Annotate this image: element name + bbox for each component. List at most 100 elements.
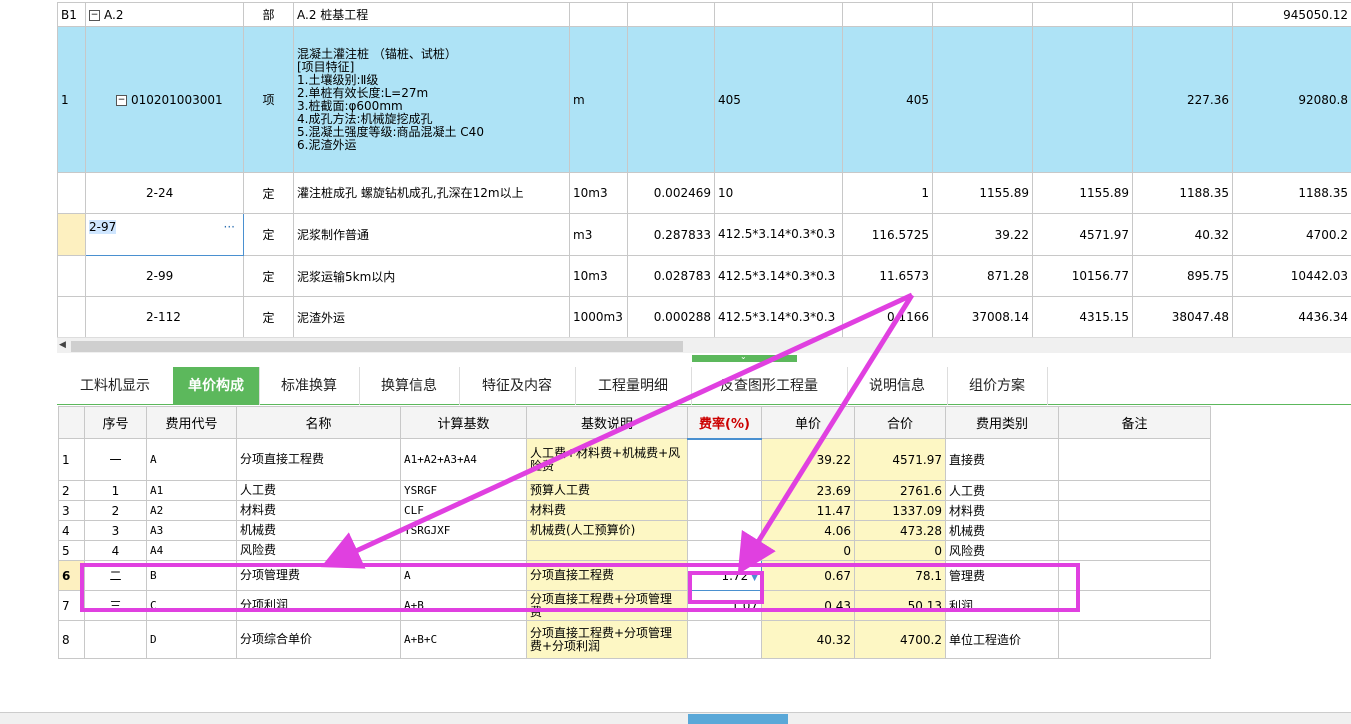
note-cell[interactable] bbox=[1058, 500, 1211, 521]
seq-cell: 3 bbox=[84, 520, 147, 541]
col-header-code[interactable]: 费用代号 bbox=[146, 406, 237, 439]
name-cell: 混凝土灌注桩 （锚桩、试桩） [项目特征] 1.土壤级别:Ⅱ级 2.单桩有效长度… bbox=[293, 26, 570, 173]
table-row[interactable]: B1 − A.2 部 A.2 桩基工程 945050.12 bbox=[57, 2, 1351, 27]
status-bar bbox=[0, 712, 1351, 724]
row-cell: 1 bbox=[58, 438, 85, 481]
cat-cell: 人工费 bbox=[945, 480, 1059, 501]
code-input[interactable]: 2-97 bbox=[89, 220, 117, 234]
row-cell: 4 bbox=[58, 520, 85, 541]
base-cell[interactable]: A+B+C bbox=[400, 620, 527, 659]
price2-cell: 40.32 bbox=[1132, 213, 1233, 256]
name-cell: 分项直接工程费 bbox=[236, 438, 401, 481]
qty-factor-cell: 0.287833 bbox=[627, 213, 715, 256]
tab-description-info[interactable]: 说明信息 bbox=[847, 367, 948, 405]
total-cell: 10156.77 bbox=[1032, 255, 1133, 297]
tab-quantity-detail[interactable]: 工程量明细 bbox=[575, 367, 692, 405]
cat-cell: 材料费 bbox=[945, 500, 1059, 521]
table-row[interactable]: 2-112 定 泥渣外运 1000m3 0.000288 412.5*3.14*… bbox=[57, 296, 1351, 338]
name-cell: 机械费 bbox=[236, 520, 401, 541]
base-cell[interactable]: YSRGJXF bbox=[400, 520, 527, 541]
code-cell[interactable]: 2-99 bbox=[85, 255, 244, 297]
col-header-base-desc[interactable]: 基数说明 bbox=[526, 406, 688, 439]
status-bar-active-item[interactable] bbox=[688, 714, 788, 724]
scrollbar-thumb[interactable] bbox=[71, 341, 683, 352]
tab-conversion-info[interactable]: 换算信息 bbox=[359, 367, 460, 405]
rate-cell[interactable] bbox=[687, 500, 762, 521]
note-cell[interactable] bbox=[1058, 620, 1211, 659]
rate-cell[interactable] bbox=[687, 540, 762, 561]
code-text: A.2 bbox=[104, 7, 124, 22]
name-cell: 人工费 bbox=[236, 480, 401, 501]
collapse-icon[interactable]: − bbox=[89, 9, 100, 21]
tab-labor-material-machine[interactable]: 工料机显示 bbox=[57, 367, 174, 405]
qty-cell: 0.1166 bbox=[842, 296, 933, 338]
col-header-rate[interactable]: 费率(%) bbox=[687, 406, 762, 440]
unit-cell: 1000m3 bbox=[569, 296, 628, 338]
code-cell: A2 bbox=[146, 500, 237, 521]
code-edit-cell[interactable]: 2-97 ··· bbox=[85, 213, 244, 256]
table-row[interactable]: 2 1 A1 人工费 YSRGF 预算人工费 23.69 2761.6 人工费 bbox=[58, 480, 1211, 501]
unit-cell bbox=[569, 2, 628, 27]
note-cell[interactable] bbox=[1058, 438, 1211, 481]
collapse-icon[interactable]: − bbox=[116, 94, 127, 106]
tab-features-content[interactable]: 特征及内容 bbox=[459, 367, 576, 405]
code-cell[interactable]: 2-24 bbox=[85, 172, 244, 214]
tab-pricing-scheme[interactable]: 组价方案 bbox=[947, 367, 1048, 405]
qty-factor-cell: 0.028783 bbox=[627, 255, 715, 297]
rate-cell[interactable] bbox=[687, 480, 762, 501]
code-cell[interactable]: −010201003001 bbox=[85, 26, 244, 173]
horizontal-scrollbar[interactable]: ◀ bbox=[57, 337, 1351, 353]
table-row[interactable]: 2-24 定 灌注桩成孔 螺旋钻机成孔,孔深在12m以上 10m3 0.0024… bbox=[57, 172, 1351, 214]
table-row[interactable]: 3 2 A2 材料费 CLF 材料费 11.47 1337.09 材料费 bbox=[58, 500, 1211, 521]
col-header-seq[interactable]: 序号 bbox=[84, 406, 147, 439]
seq-cell: 一 bbox=[84, 438, 147, 481]
scroll-left-icon[interactable]: ◀ bbox=[59, 340, 66, 350]
table-row[interactable]: 4 3 A3 机械费 YSRGJXF 机械费(人工预算价) 4.06 473.28 机械费 bbox=[58, 520, 1211, 541]
total2-cell: 4436.34 bbox=[1232, 296, 1351, 338]
table-row[interactable]: 1 一 A 分项直接工程费 A1+A2+A3+A4 人工费+材料费+机械费+风险费 39.2… bbox=[58, 438, 1211, 481]
col-header-base[interactable]: 计算基数 bbox=[400, 406, 527, 439]
base-cell[interactable]: A1+A2+A3+A4 bbox=[400, 438, 527, 481]
note-cell[interactable] bbox=[1058, 480, 1211, 501]
col-header-name[interactable]: 名称 bbox=[236, 406, 401, 439]
rate-cell[interactable] bbox=[687, 520, 762, 541]
type-cell: 定 bbox=[243, 213, 294, 256]
base-cell[interactable]: YSRGF bbox=[400, 480, 527, 501]
table-row[interactable]: 5 4 A4 风险费 0 0 风险费 bbox=[58, 540, 1211, 561]
table-row-editing[interactable]: 2-97 ··· 定 泥浆制作普通 m3 0.287833 412.5*3.14… bbox=[57, 213, 1351, 256]
code-cell[interactable]: − A.2 bbox=[85, 2, 244, 27]
table-row[interactable]: 8 D 分项综合单价 A+B+C 分项直接工程费+分项管理费+分项利润 40.32 4700… bbox=[58, 620, 1211, 659]
price-cell: 39.22 bbox=[932, 213, 1033, 256]
rate-cell[interactable] bbox=[687, 438, 762, 481]
note-cell[interactable] bbox=[1058, 520, 1211, 541]
code-cell[interactable]: 2-112 bbox=[85, 296, 244, 338]
unit-cell: 10m3 bbox=[569, 172, 628, 214]
note-cell[interactable] bbox=[1058, 590, 1211, 621]
col-header-note[interactable]: 备注 bbox=[1058, 406, 1211, 439]
price-cell: 4.06 bbox=[761, 520, 855, 541]
base-cell[interactable]: CLF bbox=[400, 500, 527, 521]
cat-cell: 机械费 bbox=[945, 520, 1059, 541]
table-row-selected[interactable]: 1 −010201003001 项 混凝土灌注桩 （锚桩、试桩） [项目特征] … bbox=[57, 26, 1351, 173]
ellipsis-button[interactable]: ··· bbox=[224, 220, 235, 234]
total-cell: 1155.89 bbox=[1032, 172, 1133, 214]
qty-factor-cell bbox=[627, 26, 715, 173]
seq-cell: 1 bbox=[84, 480, 147, 501]
col-header-total[interactable]: 合价 bbox=[854, 406, 946, 439]
table-row[interactable]: 2-99 定 泥浆运输5km以内 10m3 0.028783 412.5*3.1… bbox=[57, 255, 1351, 297]
qty-factor-cell: 0.002469 bbox=[627, 172, 715, 214]
col-header-unit-price[interactable]: 单价 bbox=[761, 406, 855, 439]
tab-standard-conversion[interactable]: 标准换算 bbox=[259, 367, 360, 405]
unit-price-composition-grid: 序号 费用代号 名称 计算基数 基数说明 费率(%) 单价 合价 费用类别 备注… bbox=[58, 406, 1211, 659]
tab-unit-price-composition[interactable]: 单价构成 bbox=[173, 367, 260, 405]
rate-cell[interactable] bbox=[687, 620, 762, 659]
col-header-category[interactable]: 费用类别 bbox=[945, 406, 1059, 439]
base-cell[interactable] bbox=[400, 540, 527, 561]
col-header-rownum bbox=[58, 406, 85, 439]
total-cell: 4315.15 bbox=[1032, 296, 1133, 338]
note-cell[interactable] bbox=[1058, 540, 1211, 561]
note-cell[interactable] bbox=[1058, 560, 1211, 591]
tab-reverse-graphic-quantity[interactable]: 反查图形工程量 bbox=[691, 367, 848, 405]
splitter-handle[interactable]: ⌄ bbox=[692, 352, 797, 362]
total2-cell: 10442.03 bbox=[1232, 255, 1351, 297]
